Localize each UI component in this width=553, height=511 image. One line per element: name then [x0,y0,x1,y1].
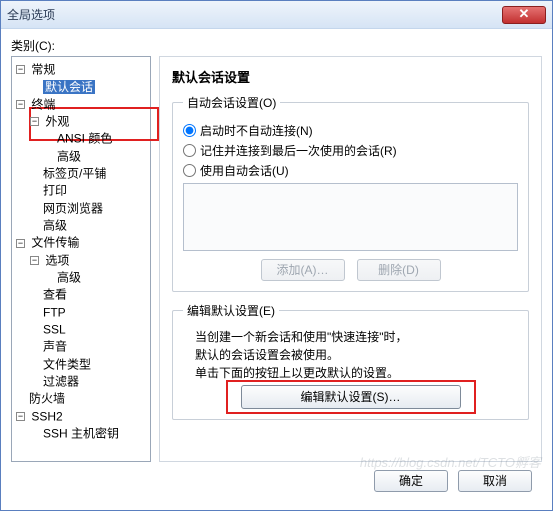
tree-toggle[interactable]: − [30,117,39,126]
tree-terminal[interactable]: 终端 [31,97,55,111]
category-tree[interactable]: − 常规 默认会话 − 终端 − 外 [11,56,151,462]
tree-ansi-color[interactable]: ANSI 颜色 [57,132,112,146]
tree-options[interactable]: 选项 [45,253,69,267]
tree-view[interactable]: 查看 [43,288,67,302]
category-label: 类别(C): [11,37,542,54]
settings-panel: 默认会话设置 自动会话设置(O) 启动时不自动连接(N) 记住并连接到最后一次使… [159,56,542,462]
auto-session-list[interactable] [183,183,518,251]
tree-toggle[interactable]: − [16,100,25,109]
tree-file-transfer[interactable]: 文件传输 [31,236,79,250]
delete-button[interactable]: 删除(D) [357,259,441,281]
tree-firewall[interactable]: 防火墙 [29,392,65,406]
desc-line-2: 默认的会话设置会被使用。 [195,347,518,363]
tree-general[interactable]: 常规 [31,62,55,76]
tree-advanced-3[interactable]: 高级 [57,270,81,284]
tree-toggle[interactable]: − [16,65,25,74]
edit-default-legend: 编辑默认设置(E) [183,302,279,319]
tree-default-session[interactable]: 默认会话 [43,80,95,94]
tree-ftp[interactable]: FTP [43,305,66,319]
tree-ssl[interactable]: SSL [43,322,66,336]
radio-no-auto-input[interactable] [183,124,196,137]
tree-toggle[interactable]: − [16,239,25,248]
tree-filters[interactable]: 过滤器 [43,374,79,388]
tree-ssh2[interactable]: SSH2 [31,409,62,423]
radio-use-auto[interactable]: 使用自动会话(U) [183,162,518,179]
tree-sound[interactable]: 声音 [43,340,67,354]
desc-line-3: 单击下面的按钮上以更改默认的设置。 [195,365,518,381]
radio-use-auto-label: 使用自动会话(U) [200,162,289,179]
radio-remember-label: 记住并连接到最后一次使用的会话(R) [200,142,397,159]
auto-session-legend: 自动会话设置(O) [183,94,280,111]
tree-appearance[interactable]: 外观 [45,114,69,128]
radio-remember[interactable]: 记住并连接到最后一次使用的会话(R) [183,142,518,159]
desc-line-1: 当创建一个新会话和使用"快速连接"时， [195,329,518,345]
panel-title: 默认会话设置 [172,67,529,86]
radio-use-auto-input[interactable] [183,164,196,177]
tree-tab-tile[interactable]: 标签页/平铺 [43,166,106,180]
tree-toggle[interactable]: − [16,412,25,421]
cancel-button[interactable]: 取消 [458,470,532,492]
titlebar: 全局选项 ✕ [1,1,552,29]
add-button[interactable]: 添加(A)… [261,259,345,281]
tree-web-browser[interactable]: 网页浏览器 [43,201,103,215]
tree-advanced[interactable]: 高级 [57,149,81,163]
radio-remember-input[interactable] [183,144,196,157]
tree-ssh-host-key[interactable]: SSH 主机密钥 [43,426,119,440]
edit-default-group: 编辑默认设置(E) 当创建一个新会话和使用"快速连接"时， 默认的会话设置会被使… [172,302,529,420]
close-button[interactable]: ✕ [502,6,546,24]
dialog-footer: 确定 取消 [11,462,542,502]
radio-no-auto[interactable]: 启动时不自动连接(N) [183,122,518,139]
tree-file-types[interactable]: 文件类型 [43,357,91,371]
ok-button[interactable]: 确定 [374,470,448,492]
tree-print[interactable]: 打印 [43,184,67,198]
tree-advanced-2[interactable]: 高级 [43,218,67,232]
radio-no-auto-label: 启动时不自动连接(N) [200,122,313,139]
highlight-edit-button [226,380,476,414]
tree-toggle[interactable]: − [30,256,39,265]
window-title: 全局选项 [7,6,502,23]
auto-session-group: 自动会话设置(O) 启动时不自动连接(N) 记住并连接到最后一次使用的会话(R)… [172,94,529,292]
